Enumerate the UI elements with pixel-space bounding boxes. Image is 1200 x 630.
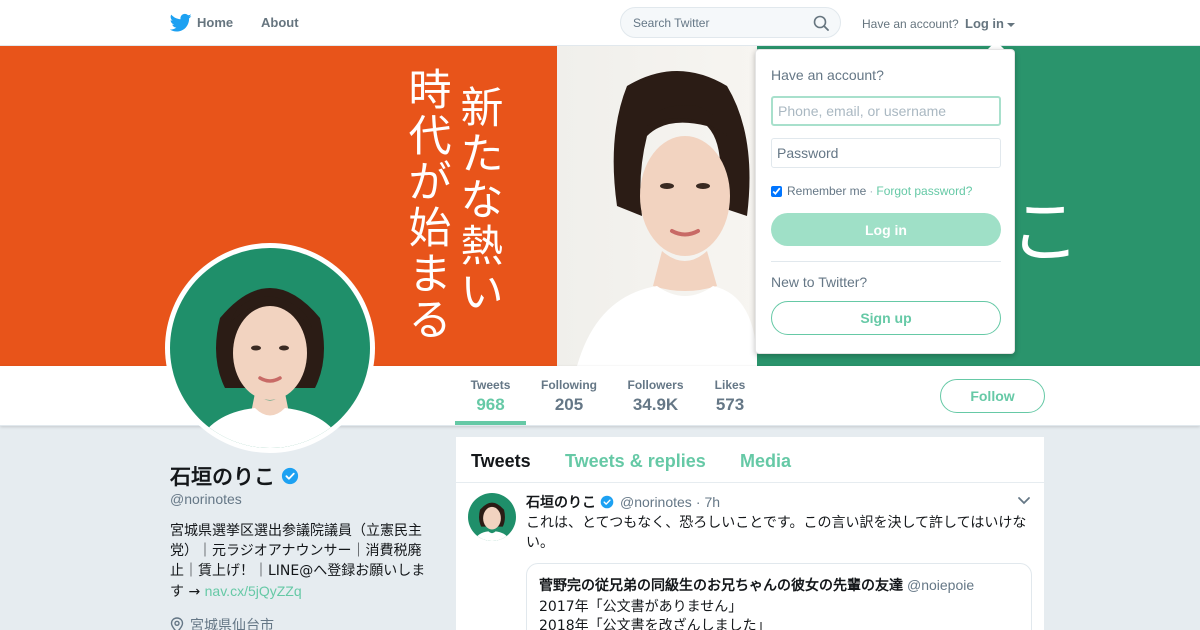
location-pin-icon [170, 617, 184, 630]
search-box [620, 7, 841, 38]
stat-followers[interactable]: Followers 34.9K [627, 378, 684, 415]
tweet-text: これは、とてつもなく、恐ろしいことです。この言い訳を決して許してはいけない。 [526, 515, 1027, 551]
timeline: Tweets Tweets & replies Media 石垣のりこ @nor… [456, 437, 1044, 630]
search-input[interactable] [621, 8, 801, 37]
stat-followers-label: Followers [627, 378, 684, 392]
tweet-separator: · [695, 494, 701, 510]
top-navigation-bar: Home About Have an account? Log in [0, 0, 1200, 46]
login-dropdown-toggle[interactable]: Log in [965, 16, 1015, 31]
have-account-text: Have an account? [862, 17, 959, 31]
profile-bio: 宮城県選挙区選出参議院議員（立憲民主党）｜元ラジオアナウンサー｜消費税廃止｜賃上… [170, 521, 432, 602]
profile-name-text: 石垣のりこ [170, 466, 275, 489]
login-dropdown: Have an account? Remember me · Forgot pa… [755, 49, 1015, 354]
banner-portrait-photo [557, 46, 757, 366]
stat-tweets[interactable]: Tweets 968 [470, 378, 511, 415]
login-button[interactable]: Log in [771, 213, 1001, 246]
verified-badge-icon [281, 467, 299, 485]
quoted-tweet-line: 2017年「公文書がありません」 [539, 599, 743, 615]
stat-following[interactable]: Following 205 [541, 378, 597, 415]
profile-handle[interactable]: @norinotes [170, 491, 242, 507]
profile-name: 石垣のりこ [170, 461, 299, 491]
stat-followers-value: 34.9K [632, 395, 679, 414]
banner-text-line1: 新たな熱い [460, 84, 504, 318]
profile-location: 宮城県仙台市 [170, 615, 274, 630]
quoted-tweet-line: 2018年「公文書を改ざんしました」 [539, 618, 771, 630]
tweet-author-name[interactable]: 石垣のりこ [526, 492, 596, 512]
tab-tweets[interactable]: Tweets [471, 451, 531, 472]
banner-portrait-illustration [577, 71, 757, 366]
chevron-down-icon[interactable] [1017, 496, 1031, 506]
stat-following-value: 205 [554, 395, 584, 414]
stat-tweets-label: Tweets [470, 378, 511, 392]
active-tab-underline [455, 421, 526, 425]
dropdown-title: Have an account? [771, 67, 884, 83]
quoted-tweet-header: 菅野完の従兄弟の同級生のお兄ちゃんの彼女の先輩の友達 @noiepoie [539, 575, 1019, 595]
quoted-author-handle: @noiepoie [907, 577, 975, 593]
tweet-avatar-illustration [474, 502, 510, 541]
signup-button[interactable]: Sign up [771, 301, 1001, 335]
profile-avatar[interactable] [165, 243, 375, 453]
verified-badge-icon [600, 495, 614, 509]
follow-button[interactable]: Follow [940, 379, 1045, 413]
new-to-twitter-text: New to Twitter? [771, 274, 868, 290]
nav-home-link[interactable]: Home [197, 15, 233, 30]
tweet-header: 石垣のりこ @norinotes · 7h [526, 492, 720, 512]
remember-row: Remember me · Forgot password? [771, 184, 972, 198]
profile-location-text: 宮城県仙台市 [190, 618, 274, 630]
remember-me-label[interactable]: Remember me [787, 184, 866, 198]
password-field[interactable] [771, 138, 1001, 168]
stat-likes[interactable]: Likes 573 [714, 378, 746, 415]
caret-down-icon [1007, 22, 1015, 27]
tweet-item[interactable]: 石垣のりこ @norinotes · 7h これは、とてつもなく、恐ろしいことで… [456, 483, 1044, 630]
quoted-author-name: 菅野完の従兄弟の同級生のお兄ちゃんの彼女の先輩の友達 [539, 578, 903, 594]
stat-tweets-value: 968 [476, 395, 505, 414]
banner-partial-glyph: こ [1010, 191, 1080, 273]
timeline-tabs: Tweets Tweets & replies Media [456, 437, 1044, 483]
dropdown-caret [988, 41, 1004, 49]
stat-likes-label: Likes [714, 378, 746, 392]
avatar-photo [170, 248, 370, 448]
tweet-author-handle[interactable]: @norinotes [620, 494, 692, 510]
stat-likes-value: 573 [715, 395, 745, 414]
search-icon[interactable] [813, 15, 829, 31]
remember-me-checkbox[interactable] [771, 185, 782, 197]
username-field[interactable] [771, 96, 1001, 126]
forgot-password-link[interactable]: Forgot password? [876, 184, 972, 198]
twitter-bird-icon[interactable] [170, 13, 192, 33]
tab-media[interactable]: Media [740, 451, 791, 472]
dropdown-divider [771, 261, 1001, 262]
profile-bio-link[interactable]: nav.cx/5jQyZZq [205, 583, 302, 599]
tab-tweets-replies[interactable]: Tweets & replies [565, 451, 706, 472]
tweet-timestamp[interactable]: 7h [704, 494, 720, 510]
avatar-portrait-illustration [195, 288, 345, 448]
tweet-avatar[interactable] [468, 493, 516, 541]
login-link-label: Log in [965, 16, 1004, 31]
quoted-tweet[interactable]: 菅野完の従兄弟の同級生のお兄ちゃんの彼女の先輩の友達 @noiepoie 201… [526, 563, 1032, 630]
stat-following-label: Following [541, 378, 597, 392]
nav-about-link[interactable]: About [261, 15, 299, 30]
banner-text-line2: 時代が始まる [408, 66, 452, 346]
remember-separator: · [869, 184, 874, 198]
